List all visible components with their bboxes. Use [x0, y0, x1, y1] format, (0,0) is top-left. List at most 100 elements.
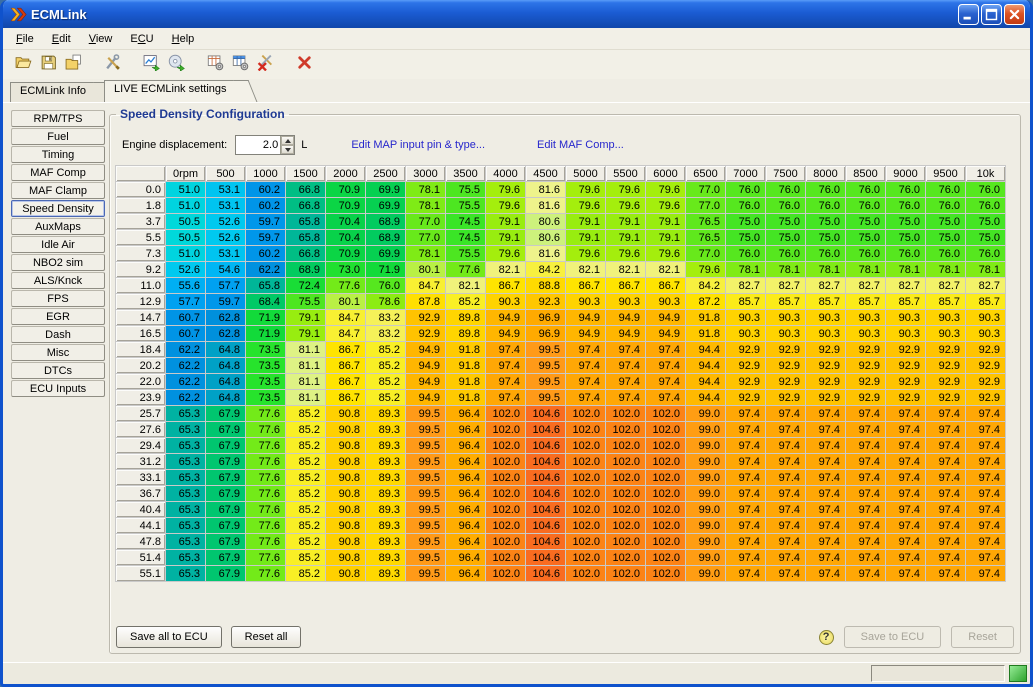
cell[interactable]: 97.4 — [926, 454, 966, 470]
cell[interactable]: 96.4 — [446, 502, 486, 518]
cell[interactable]: 76.0 — [766, 246, 806, 262]
cell[interactable]: 97.4 — [846, 438, 886, 454]
cell[interactable]: 97.4 — [726, 566, 766, 582]
cell[interactable]: 90.8 — [326, 502, 366, 518]
cell[interactable]: 96.4 — [446, 422, 486, 438]
cell[interactable]: 85.2 — [286, 534, 326, 550]
cell[interactable]: 97.4 — [886, 470, 926, 486]
cell[interactable]: 104.6 — [526, 438, 566, 454]
cell[interactable]: 97.4 — [646, 342, 686, 358]
cell[interactable]: 102.0 — [646, 406, 686, 422]
cell[interactable]: 73.0 — [326, 262, 366, 278]
cell[interactable]: 85.2 — [286, 438, 326, 454]
cell[interactable]: 97.4 — [606, 390, 646, 406]
cell[interactable]: 91.8 — [446, 390, 486, 406]
cell[interactable]: 97.4 — [966, 486, 1006, 502]
row-header-5-5[interactable]: 5.5 — [116, 230, 166, 246]
cell[interactable]: 65.8 — [286, 214, 326, 230]
cell[interactable]: 97.4 — [766, 502, 806, 518]
cell[interactable]: 76.0 — [926, 246, 966, 262]
cell[interactable]: 97.4 — [966, 550, 1006, 566]
cell[interactable]: 79.6 — [686, 262, 726, 278]
cell[interactable]: 92.3 — [526, 294, 566, 310]
cell[interactable]: 79.1 — [566, 214, 606, 230]
cell[interactable]: 102.0 — [486, 534, 526, 550]
cell[interactable]: 99.5 — [406, 486, 446, 502]
reset-button[interactable]: Reset — [951, 626, 1014, 648]
cell[interactable]: 66.8 — [286, 182, 326, 198]
cell[interactable]: 85.2 — [286, 566, 326, 582]
cell[interactable]: 92.9 — [726, 390, 766, 406]
spinner-up-icon[interactable] — [281, 136, 294, 145]
cell[interactable]: 81.6 — [526, 246, 566, 262]
sidebar-item-maf-clamp[interactable]: MAF Clamp — [11, 182, 105, 199]
cell[interactable]: 76.5 — [686, 214, 726, 230]
cell[interactable]: 78.1 — [966, 262, 1006, 278]
cell[interactable]: 97.4 — [926, 406, 966, 422]
cell[interactable]: 67.9 — [206, 486, 246, 502]
cell[interactable]: 97.4 — [926, 438, 966, 454]
cell[interactable]: 102.0 — [606, 422, 646, 438]
cell[interactable]: 99.0 — [686, 534, 726, 550]
cell[interactable]: 92.9 — [726, 358, 766, 374]
cell[interactable]: 94.9 — [406, 342, 446, 358]
cell[interactable]: 99.0 — [686, 502, 726, 518]
cell[interactable]: 82.7 — [846, 278, 886, 294]
sidebar-item-speed-density[interactable]: Speed Density — [11, 200, 105, 217]
cell[interactable]: 76.0 — [766, 198, 806, 214]
cell[interactable]: 59.7 — [246, 214, 286, 230]
cell[interactable]: 79.1 — [286, 326, 326, 342]
row-header-12-9[interactable]: 12.9 — [116, 294, 166, 310]
sidebar-item-rpm-tps[interactable]: RPM/TPS — [11, 110, 105, 127]
cell[interactable]: 75.0 — [966, 214, 1006, 230]
col-header-1000[interactable]: 1000 — [246, 166, 286, 182]
cell[interactable]: 91.8 — [686, 310, 726, 326]
cell[interactable]: 82.7 — [966, 278, 1006, 294]
cell[interactable]: 97.4 — [886, 518, 926, 534]
cell[interactable]: 75.0 — [966, 230, 1006, 246]
cell[interactable]: 92.9 — [886, 342, 926, 358]
cell[interactable]: 85.2 — [286, 486, 326, 502]
cell[interactable]: 90.3 — [646, 294, 686, 310]
cell[interactable]: 75.0 — [766, 214, 806, 230]
cell[interactable]: 79.6 — [646, 198, 686, 214]
cell[interactable]: 65.3 — [166, 406, 206, 422]
cell[interactable]: 79.6 — [566, 198, 606, 214]
sidebar-item-auxmaps[interactable]: AuxMaps — [11, 218, 105, 235]
cell[interactable]: 66.8 — [286, 246, 326, 262]
cell[interactable]: 97.4 — [766, 470, 806, 486]
cell[interactable]: 97.4 — [806, 454, 846, 470]
cell[interactable]: 99.0 — [686, 486, 726, 502]
cell[interactable]: 65.3 — [166, 422, 206, 438]
row-header-25-7[interactable]: 25.7 — [116, 406, 166, 422]
cell[interactable]: 102.0 — [566, 534, 606, 550]
cell[interactable]: 52.6 — [206, 214, 246, 230]
cell[interactable]: 97.4 — [846, 566, 886, 582]
cell[interactable]: 76.0 — [366, 278, 406, 294]
cell[interactable]: 97.4 — [806, 566, 846, 582]
cell[interactable]: 92.9 — [846, 390, 886, 406]
menu-view[interactable]: View — [80, 30, 122, 48]
row-header-9-2[interactable]: 9.2 — [116, 262, 166, 278]
cell[interactable]: 97.4 — [886, 550, 926, 566]
cell[interactable]: 65.3 — [166, 470, 206, 486]
cell[interactable]: 97.4 — [646, 390, 686, 406]
cell[interactable]: 97.4 — [726, 470, 766, 486]
cell[interactable]: 68.9 — [366, 230, 406, 246]
cell[interactable]: 65.3 — [166, 486, 206, 502]
cell[interactable]: 97.4 — [766, 422, 806, 438]
cell[interactable]: 76.0 — [966, 246, 1006, 262]
sidebar-item-maf-comp[interactable]: MAF Comp — [11, 164, 105, 181]
cell[interactable]: 99.0 — [686, 438, 726, 454]
cell[interactable]: 65.3 — [166, 438, 206, 454]
cell[interactable]: 102.0 — [486, 454, 526, 470]
cell[interactable]: 78.1 — [406, 246, 446, 262]
delete-toolbar-button[interactable] — [292, 53, 317, 77]
cell[interactable]: 89.3 — [366, 486, 406, 502]
menu-help[interactable]: Help — [163, 30, 204, 48]
cell[interactable]: 102.0 — [606, 486, 646, 502]
cell[interactable]: 89.3 — [366, 406, 406, 422]
cell[interactable]: 97.4 — [726, 502, 766, 518]
cell[interactable]: 94.4 — [686, 390, 726, 406]
cell[interactable]: 73.5 — [246, 374, 286, 390]
